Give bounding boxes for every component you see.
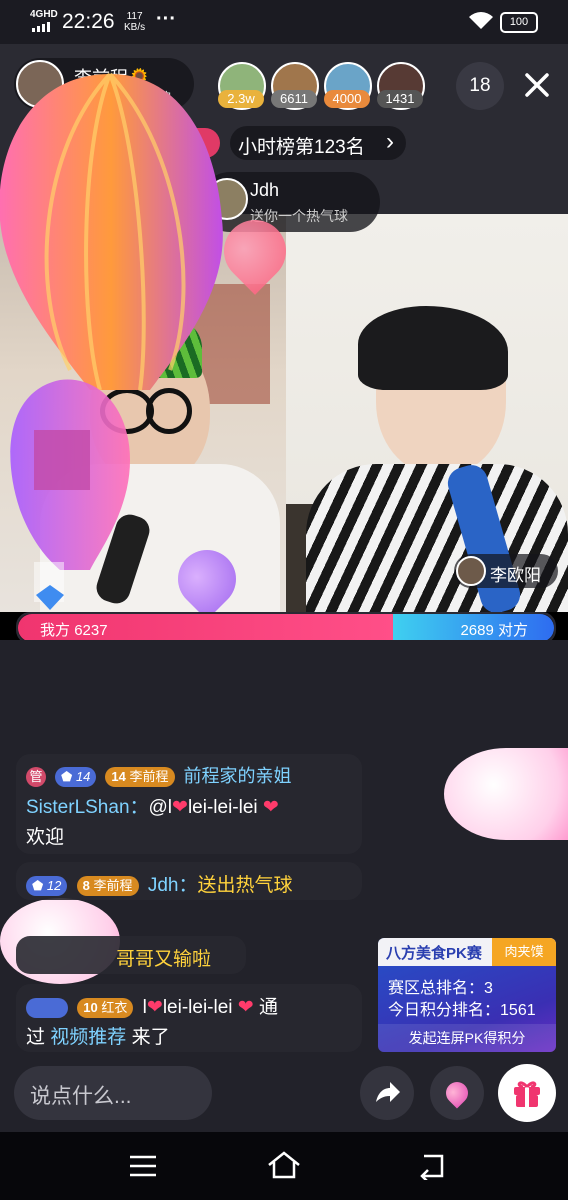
gift-icon — [514, 1081, 540, 1107]
network-indicator: 4GHD — [30, 9, 58, 20]
pk-card-rank-today: 今日积分排名：1561 — [388, 1002, 536, 1019]
club-badge: 8 李前程 — [76, 875, 139, 896]
viewer-avatar[interactable]: 6611 — [271, 62, 319, 110]
heart-icon: ❤ — [262, 797, 279, 818]
heart-icon — [441, 1077, 473, 1109]
chat-message[interactable]: 管 ⬟ 14 14 李前程 前程家的亲姐 SisterLShan：@l❤lei-… — [16, 754, 362, 854]
menu-icon[interactable] — [128, 1154, 158, 1178]
fan-level-badge: ⬟ 12 — [26, 875, 68, 896]
viewer-avatar[interactable]: 4000 — [324, 62, 372, 110]
share-icon — [376, 1082, 400, 1102]
rank-label: 小时榜第123名 — [238, 137, 365, 158]
heart-icon: ❤ — [146, 997, 163, 1018]
chat-input[interactable]: 说点什么... — [14, 1066, 212, 1120]
pk-theirs-label: 2689 对方 — [460, 622, 528, 639]
viewer-count: 4000 — [324, 90, 370, 108]
opponent-hair — [358, 306, 508, 390]
effects-button[interactable] — [430, 1066, 484, 1120]
viewer-total-button[interactable]: 18 — [456, 62, 504, 110]
chat-text: 欢迎 — [26, 827, 65, 848]
close-icon[interactable] — [524, 72, 550, 98]
system-nav-bar — [0, 1132, 568, 1200]
admin-badge: 管 — [26, 767, 46, 788]
battery-indicator: 100 — [500, 12, 538, 33]
chevron-right-icon: › — [386, 128, 394, 155]
cloud-decoration — [444, 748, 568, 840]
opponent-avatar — [456, 556, 486, 586]
pk-card-cta[interactable]: 发起连屏PK得积分 — [378, 1024, 556, 1052]
chat-text: 哥哥又输啦 — [116, 949, 212, 970]
viewer-count: 6611 — [271, 90, 317, 108]
gift-button[interactable] — [498, 1064, 556, 1122]
viewer-count: 1431 — [377, 90, 423, 108]
signal-icon — [32, 22, 56, 32]
wifi-icon — [469, 12, 493, 29]
viewer-avatar[interactable]: 1431 — [377, 62, 425, 110]
pk-card-title: 八方美食PK赛 — [386, 945, 482, 962]
opponent-video[interactable]: 李欧阳 — [286, 214, 568, 612]
chat-input-placeholder: 说点什么... — [30, 1085, 132, 1108]
chat-text: 前程家的亲姐 — [183, 766, 292, 786]
home-icon[interactable] — [266, 1150, 302, 1180]
pk-card-rank-total: 赛区总排名：3 — [388, 980, 493, 997]
share-button[interactable] — [360, 1066, 414, 1120]
status-bar: 4GHD 22:26 117 KB/s ··· 100 — [0, 0, 568, 44]
net-speed: 117 KB/s — [124, 11, 146, 33]
heart-icon: ❤ — [237, 997, 254, 1018]
opponent-name-tag[interactable]: 李欧阳 — [454, 554, 558, 588]
chat-message[interactable]: ⬟ 12 8 李前程 Jdh：送出热气球 — [16, 862, 362, 900]
fan-level-badge — [26, 997, 68, 1018]
chat-message[interactable]: 哥哥又输啦 — [16, 936, 246, 974]
fan-level-badge: ⬟ 14 — [55, 767, 97, 788]
chat-link[interactable]: 视频推荐 — [50, 1027, 126, 1048]
club-badge: 10 红衣 — [77, 997, 134, 1018]
opponent-name: 李欧阳 — [490, 566, 541, 585]
gifter-name: Jdh — [250, 180, 280, 200]
pk-card-tag: 肉夹馍 — [492, 938, 556, 966]
chat-message[interactable]: 10 红衣 l❤lei-lei-lei ❤ 通 过 视频推荐 来了 — [16, 984, 362, 1052]
pk-event-card[interactable]: 八方美食PK赛 肉夹馍 赛区总排名：3 今日积分排名：1561 发起连屏PK得积… — [378, 938, 556, 1052]
heart-icon: ❤ — [172, 797, 188, 818]
back-icon[interactable] — [418, 1152, 448, 1180]
club-badge: 14 李前程 — [105, 767, 175, 788]
hot-air-balloon-animation — [0, 72, 223, 610]
chat-username[interactable]: Jdh： — [148, 875, 198, 896]
chat-text: 送出热气球 — [197, 875, 293, 896]
pk-ours-label: 我方 6237 — [40, 622, 108, 639]
opponent-shirt — [306, 464, 568, 612]
chat-username[interactable]: SisterLShan： — [26, 797, 149, 818]
more-status-icon: ··· — [156, 8, 176, 30]
hourly-rank-pill[interactable]: 小时榜第123名 › — [230, 126, 406, 160]
clock: 22:26 — [62, 10, 115, 33]
